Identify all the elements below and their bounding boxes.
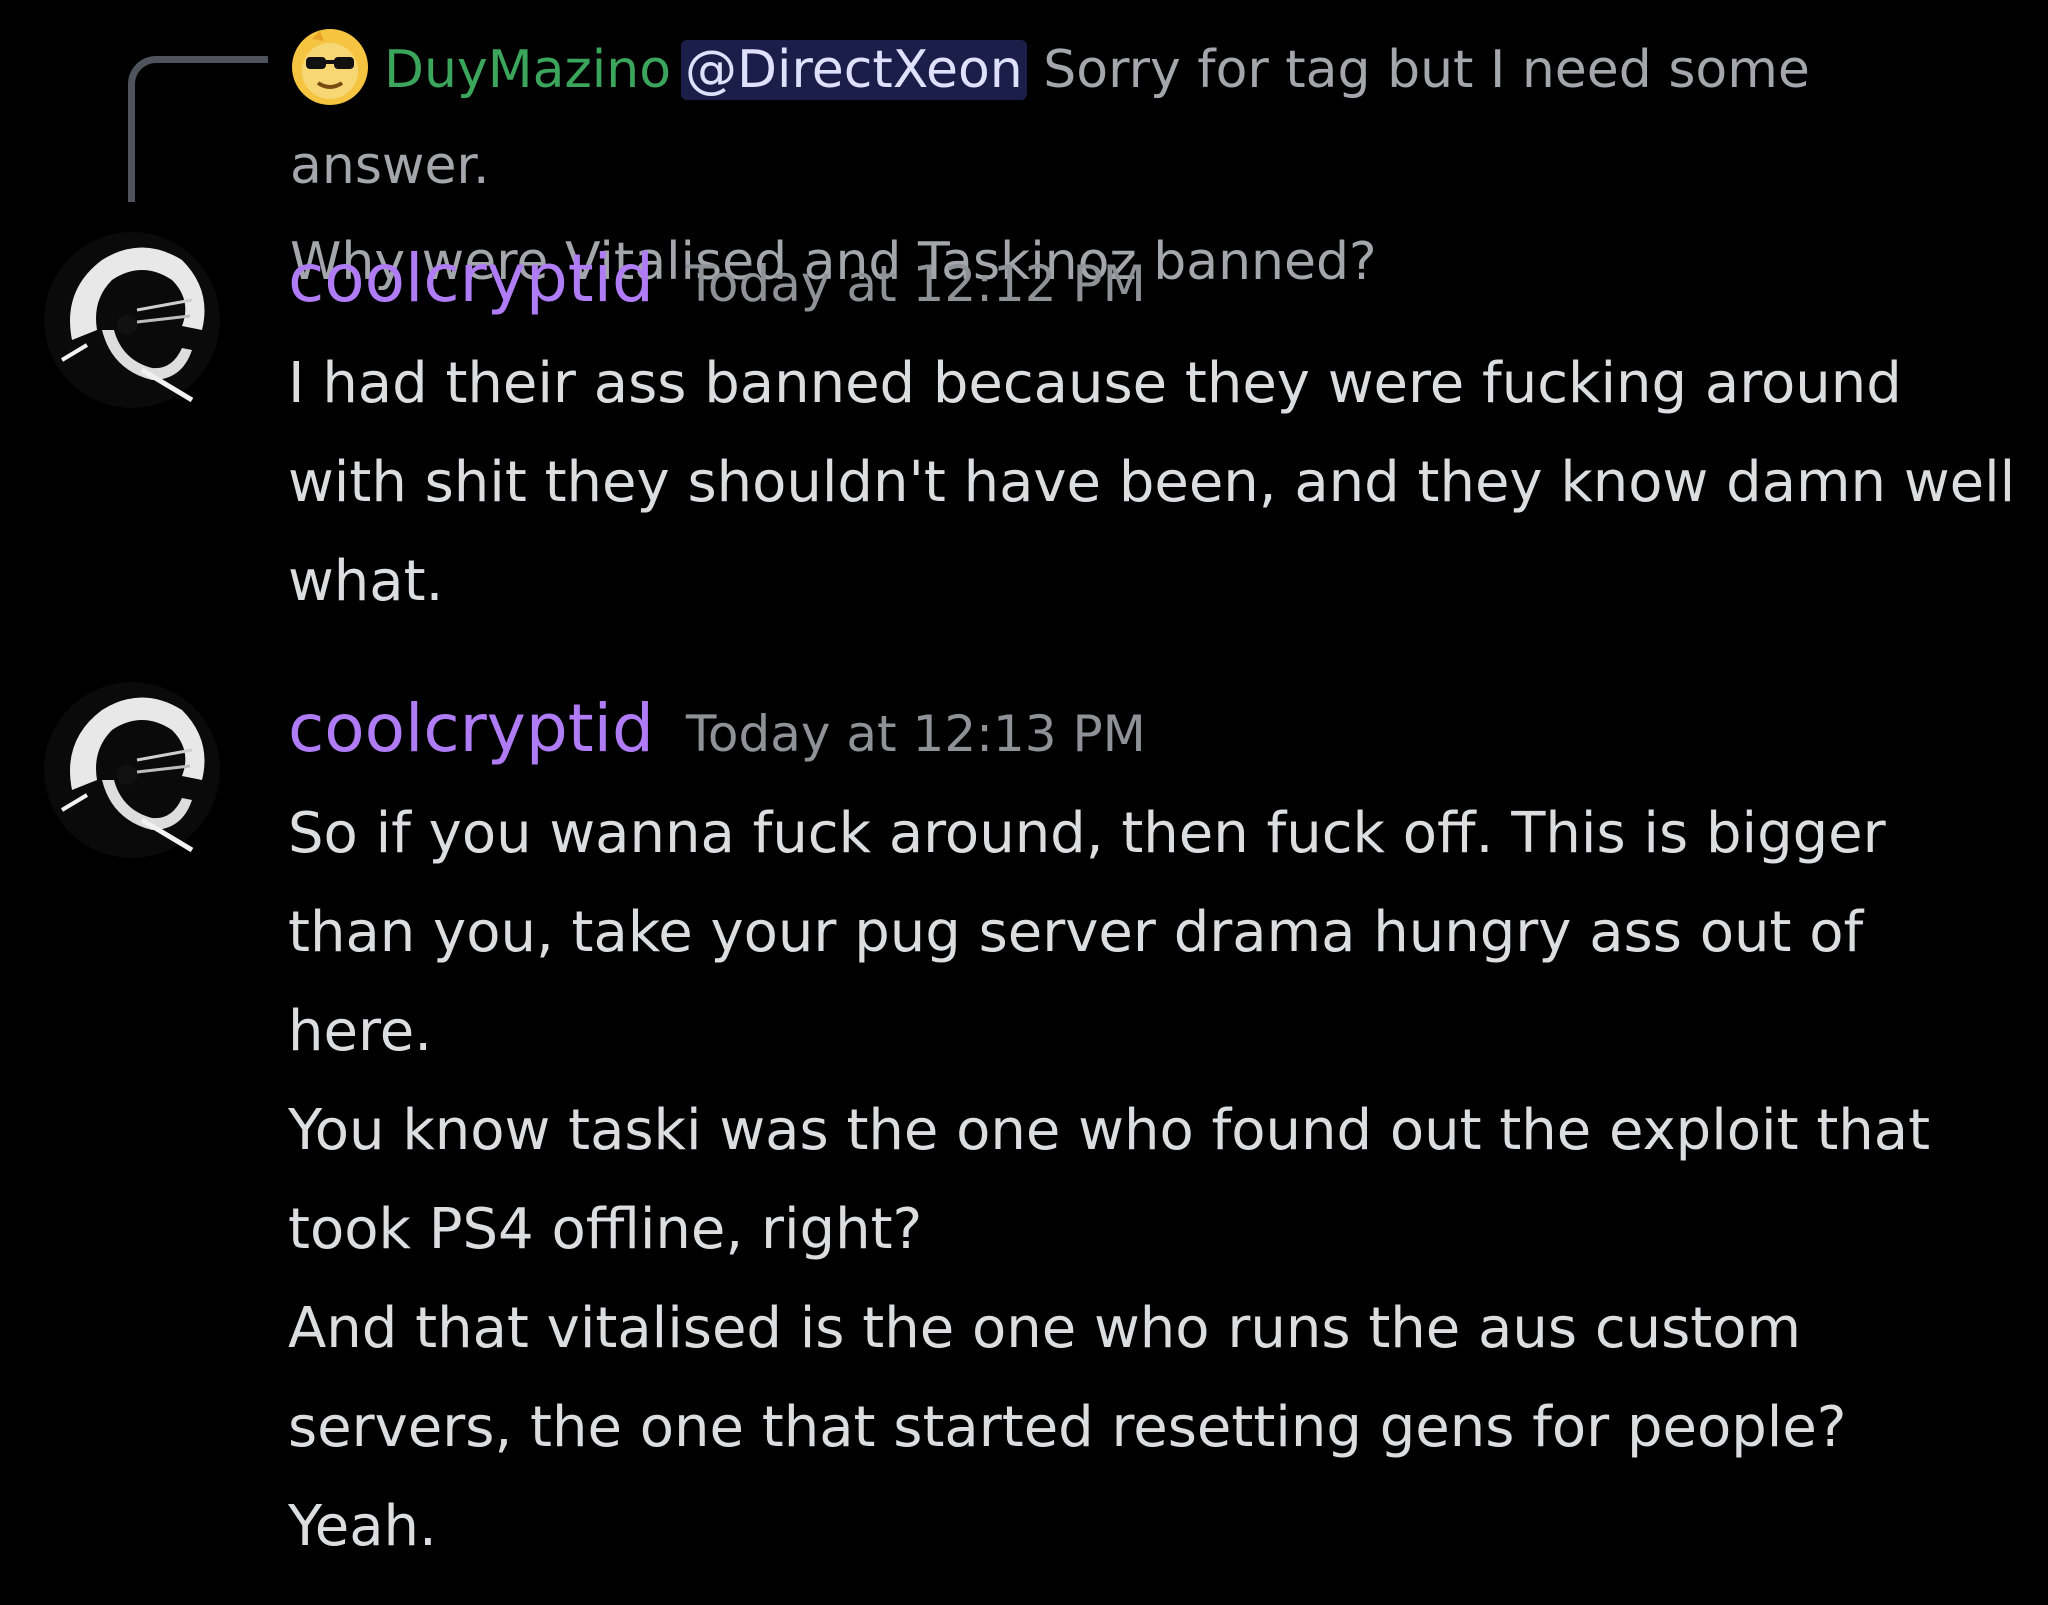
message-line: You know taski was the one who found out… [288,1098,1931,1262]
timestamp: Today at 12:13 PM [685,705,1146,763]
timestamp: Today at 12:12 PM [685,255,1146,313]
message-body: I had their ass banned because they were… [288,334,2018,631]
reply-avatar-sunglasses-face-icon[interactable] [290,27,370,107]
message-body: So if you wanna fuck around, then fuck o… [288,784,2018,1576]
user-avatar[interactable] [42,230,222,410]
user-avatar[interactable] [42,680,222,860]
message-line: I had their ass banned because they were… [288,351,2016,614]
reply-author[interactable]: DuyMazino [384,40,671,100]
message-header: coolcryptid Today at 12:12 PM [288,230,1146,328]
message-line: So if you wanna fuck around, then fuck o… [288,801,1886,1064]
reply-mention[interactable]: @DirectXeon [681,40,1027,100]
chat-log: DuyMazino @DirectXeon Sorry for tag but I… [0,0,2048,1605]
message-line: Yeah. [288,1494,437,1559]
username[interactable]: coolcryptid [288,240,654,317]
username[interactable]: coolcryptid [288,690,654,767]
message-header: coolcryptid Today at 12:13 PM [288,680,1146,778]
reply-connector [128,56,268,202]
message-line: And that vitalised is the one who runs t… [288,1296,1847,1460]
